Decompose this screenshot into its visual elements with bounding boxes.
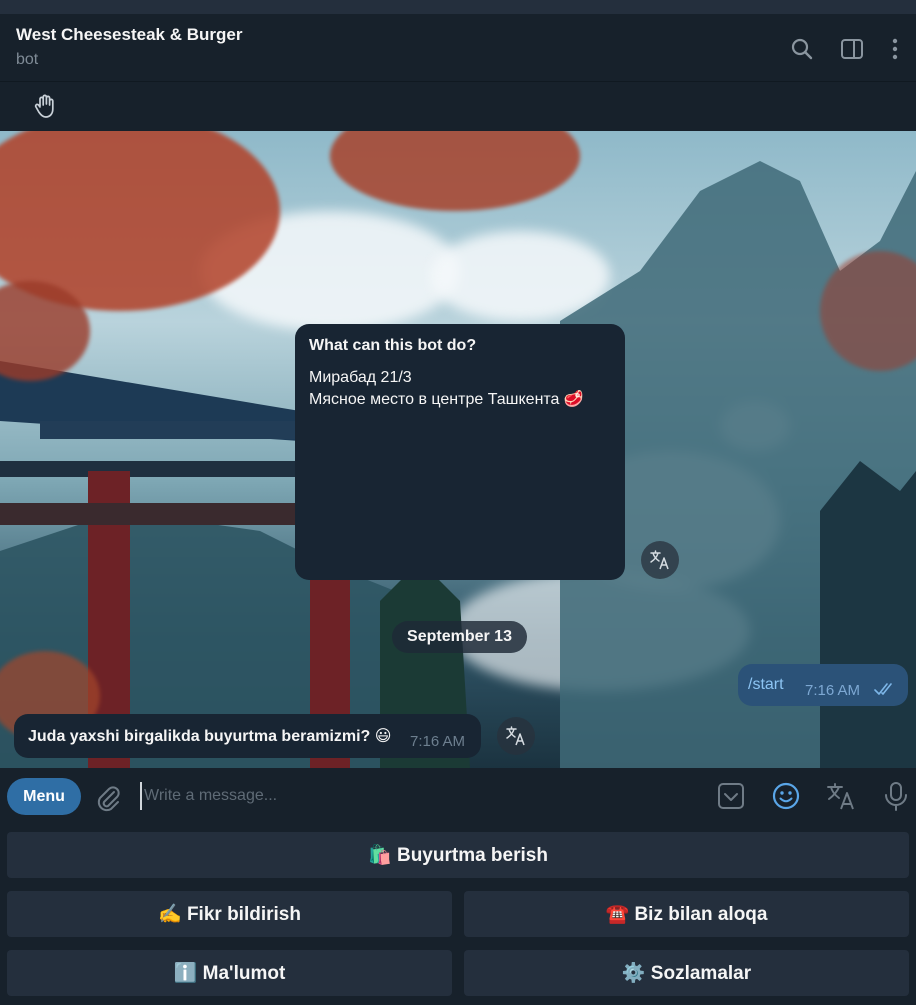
keyboard-button-contact[interactable]: ☎️ Biz bilan aloqa — [464, 891, 909, 937]
search-icon[interactable] — [789, 36, 815, 62]
menu-button[interactable]: Menu — [7, 778, 81, 815]
message-text[interactable]: Juda yaxshi birgalikda buyurtma beramizm… — [28, 726, 391, 746]
translate-icon — [650, 550, 669, 570]
keyboard-button-settings[interactable]: ⚙️ Sozlamalar — [464, 950, 909, 996]
chat-title[interactable]: West Cheesesteak & Burger — [16, 25, 242, 45]
message-input[interactable] — [140, 782, 640, 810]
message-time: 7:16 AM — [410, 733, 466, 750]
message-text[interactable]: /start — [748, 676, 784, 694]
bot-bar — [0, 83, 916, 131]
bot-reply-keyboard: 🛍️ Buyurtma berish ✍️ Fikr bildirish ☎️ … — [0, 826, 916, 1005]
window-top-strip — [0, 0, 916, 14]
outgoing-message[interactable]: /start 7:16 AM — [738, 664, 908, 706]
emoji-icon[interactable] — [771, 781, 801, 816]
bot-description-card: What can this bot do? Мирабад 21/3 Мясно… — [295, 324, 625, 580]
paperclip-icon[interactable] — [94, 782, 122, 817]
keyboard-button-feedback[interactable]: ✍️ Fikr bildirish — [7, 891, 452, 937]
keyboard-button-info[interactable]: ℹ️ Ma'lumot — [7, 950, 452, 996]
waving-hand-icon[interactable] — [32, 92, 60, 120]
translate-icon — [506, 726, 525, 746]
bot-description-line: Мясное место в центре Ташкента 🥩 — [309, 391, 584, 408]
bot-commands-icon[interactable] — [717, 781, 745, 816]
translate-button[interactable] — [641, 541, 679, 579]
message-time: 7:16 AM — [805, 682, 861, 699]
bot-description-line: Мирабад 21/3 — [309, 369, 412, 386]
chat-header: West Cheesesteak & Burger bot — [0, 14, 916, 82]
double-check-icon — [874, 682, 896, 701]
date-divider: September 13 — [392, 621, 527, 653]
chat-wallpaper: What can this bot do? Мирабад 21/3 Мясно… — [0, 131, 916, 768]
more-vertical-icon[interactable] — [885, 36, 905, 62]
sidebar-toggle-icon[interactable] — [839, 36, 865, 62]
incoming-message[interactable]: Juda yaxshi birgalikda buyurtma beramizm… — [14, 714, 481, 758]
translate-icon[interactable] — [826, 781, 856, 816]
chat-subtitle: bot — [16, 51, 39, 68]
message-composer: Menu — [0, 768, 916, 826]
bot-description-title: What can this bot do? — [309, 337, 477, 354]
microphone-icon[interactable] — [883, 781, 909, 816]
translate-button[interactable] — [497, 717, 535, 755]
keyboard-button-order[interactable]: 🛍️ Buyurtma berish — [7, 832, 909, 878]
